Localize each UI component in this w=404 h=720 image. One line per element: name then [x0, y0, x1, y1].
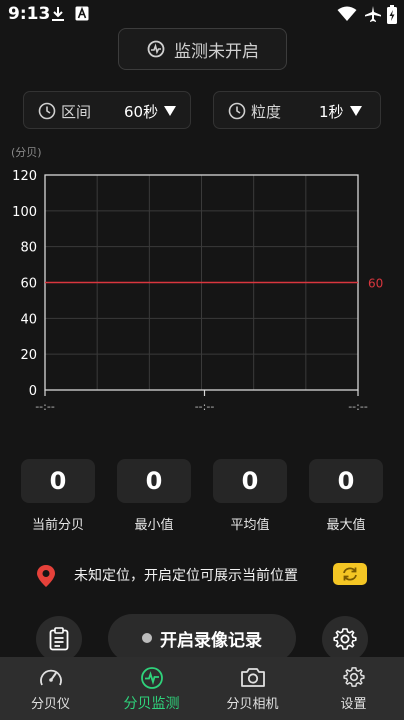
decibel-chart: (分贝) 120 100 80 60 40 20 0 60 --:-- --:-- --:-- — [11, 146, 383, 413]
camera-icon — [240, 668, 265, 687]
chevron-down-icon — [350, 106, 362, 116]
chart-y-tick-label: 40 — [20, 312, 37, 327]
granularity-selector[interactable]: 粒度 1秒 — [213, 91, 381, 129]
stat-current-value: 0 — [21, 459, 95, 503]
nav-label: 分贝相机 — [226, 697, 279, 712]
interval-selector[interactable]: 区间 60秒 — [23, 91, 191, 129]
stat-avg-value: 0 — [213, 459, 287, 503]
clipboard-icon — [49, 627, 69, 651]
wifi-icon — [337, 6, 357, 21]
chart-x-tick-label: --:-- — [195, 400, 215, 413]
interval-value: 60秒 — [124, 103, 159, 121]
record-button-label: 开启录像记录 — [160, 630, 262, 651]
chart-x-tick-label: --:-- — [35, 400, 55, 413]
chart-reference-label: 60 — [368, 277, 383, 291]
battery-charging-icon — [387, 5, 397, 24]
stat-max-value: 0 — [309, 459, 383, 503]
chevron-down-icon — [164, 106, 176, 116]
status-bar: 9:13 — [0, 0, 404, 30]
gear-icon — [333, 628, 357, 650]
bottom-navigation: 分贝仪 分贝监测 分贝相机 设置 — [0, 657, 404, 720]
chart-y-tick-label: 0 — [29, 384, 37, 399]
location-text: 未知定位，开启定位可展示当前位置 — [74, 568, 298, 584]
chart-y-tick-label: 20 — [20, 348, 37, 363]
nav-label: 分贝监测 — [123, 696, 180, 712]
monitor-toggle-button[interactable]: 监测未开启 — [118, 28, 287, 70]
location-pin-icon — [37, 565, 55, 587]
interval-label: 区间 — [61, 103, 92, 121]
history-list-button[interactable] — [36, 616, 82, 662]
nav-item-decibel-meter[interactable]: 分贝仪 — [0, 657, 101, 720]
status-time: 9:13 — [8, 4, 51, 24]
monitor-button-label: 监测未开启 — [174, 41, 259, 62]
chart-unit-label: (分贝) — [11, 146, 42, 159]
granularity-value: 1秒 — [319, 103, 344, 121]
location-refresh-button[interactable] — [333, 563, 367, 585]
nav-item-decibel-camera[interactable]: 分贝相机 — [202, 657, 303, 720]
granularity-label: 粒度 — [251, 103, 282, 121]
clock-icon — [228, 102, 246, 120]
stat-min-label: 最小值 — [134, 518, 174, 533]
chart-y-tick-label: 100 — [12, 205, 37, 220]
pulse-icon — [140, 667, 163, 689]
stat-current-label: 当前分贝 — [31, 518, 84, 533]
monitor-pulse-icon — [147, 40, 165, 58]
download-icon — [52, 7, 64, 21]
nav-item-decibel-monitor[interactable]: 分贝监测 — [101, 657, 202, 720]
nav-label: 设置 — [340, 697, 367, 712]
airplane-icon — [365, 6, 381, 22]
gear-icon — [342, 667, 365, 687]
stat-max-label: 最大值 — [326, 518, 366, 533]
settings-shortcut-button[interactable] — [322, 616, 368, 662]
notification-a-icon — [75, 6, 89, 21]
chart-y-tick-label: 60 — [20, 277, 37, 292]
chart-y-tick-label: 80 — [20, 241, 37, 256]
stat-min-value: 0 — [117, 459, 191, 503]
stat-avg-label: 平均值 — [230, 518, 270, 533]
nav-item-settings[interactable]: 设置 — [303, 657, 404, 720]
clock-icon — [38, 102, 56, 120]
start-recording-button[interactable]: 开启录像记录 — [108, 614, 296, 662]
chart-x-tick-label: --:-- — [348, 400, 368, 413]
nav-label: 分贝仪 — [30, 697, 70, 712]
gauge-icon — [39, 669, 62, 686]
refresh-icon — [343, 567, 357, 581]
chart-y-tick-label: 120 — [12, 169, 37, 184]
record-dot-icon — [142, 633, 152, 643]
